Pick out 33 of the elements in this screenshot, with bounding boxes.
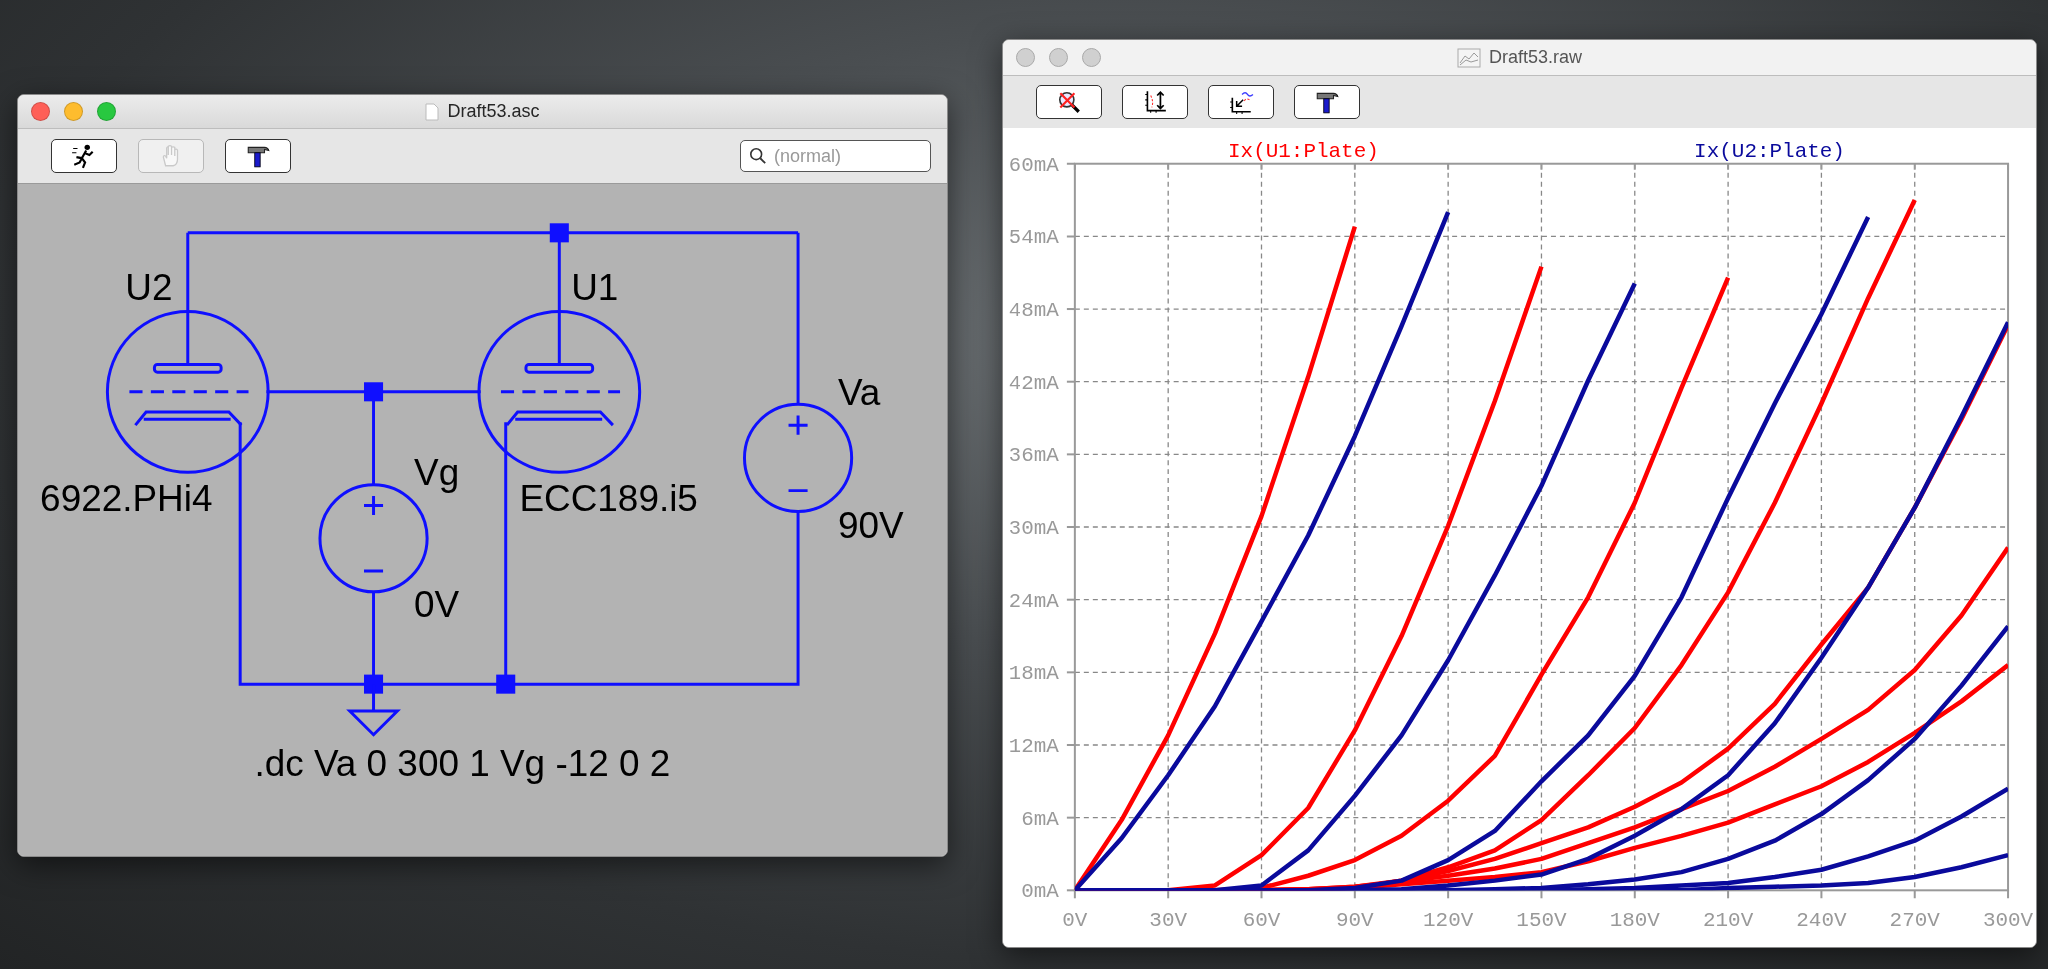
x-axis-tick-label: 180V bbox=[1609, 909, 1660, 933]
y-axis-tick-label: 42mA bbox=[1008, 371, 1059, 395]
component-label: Vg bbox=[414, 451, 460, 493]
x-axis-tick-label: 60V bbox=[1242, 909, 1281, 933]
component-label: U2 bbox=[125, 267, 173, 309]
component-label: U1 bbox=[571, 267, 619, 309]
component-value: 90V bbox=[837, 505, 904, 547]
component-label: Va bbox=[837, 372, 881, 414]
spice-directive: .dc Va 0 300 1 Vg -12 0 2 bbox=[254, 743, 671, 785]
y-axis-tick-label: 24mA bbox=[1008, 589, 1059, 613]
x-axis-tick-label: 30V bbox=[1149, 909, 1188, 933]
y-axis-tick-label: 30mA bbox=[1008, 517, 1059, 540]
window-title: Draft53.asc bbox=[447, 101, 540, 122]
x-axis-tick-label: 90V bbox=[1335, 909, 1374, 933]
x-axis-tick-label: 0V bbox=[1062, 909, 1088, 933]
y-axis-tick-label: 0mA bbox=[1021, 880, 1059, 904]
y-axis-tick-label: 54mA bbox=[1008, 226, 1059, 250]
component-value: ECC189.i5 bbox=[519, 478, 698, 520]
x-axis-tick-label: 240V bbox=[1796, 909, 1847, 933]
y-axis-tick-label: 6mA bbox=[1021, 807, 1059, 831]
x-axis-tick-label: 210V bbox=[1702, 909, 1754, 933]
x-axis-tick-label: 300V bbox=[1982, 909, 2034, 933]
component-value: 6922.PHi4 bbox=[40, 478, 213, 520]
component-value: 0V bbox=[414, 584, 460, 626]
x-axis-tick-label: 150V bbox=[1516, 909, 1567, 933]
y-axis-tick-label: 36mA bbox=[1008, 444, 1059, 468]
y-axis-tick-label: 18mA bbox=[1008, 662, 1059, 686]
y-axis-tick-label: 48mA bbox=[1008, 299, 1059, 323]
y-axis-tick-label: 12mA bbox=[1008, 735, 1059, 758]
window-title: Draft53.raw bbox=[1488, 47, 1582, 68]
y-axis-tick-label: 60mA bbox=[1008, 153, 1059, 177]
x-axis-tick-label: 270V bbox=[1889, 909, 1940, 933]
x-axis-tick-label: 120V bbox=[1423, 909, 1474, 933]
